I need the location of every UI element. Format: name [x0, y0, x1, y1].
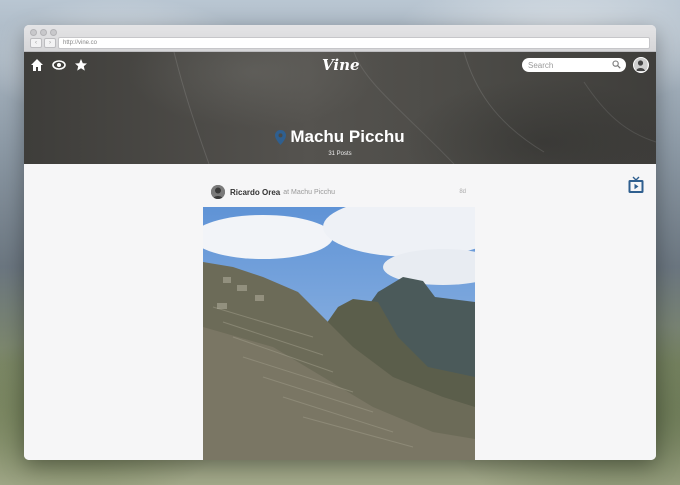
post-header: Ricardo Orea at Machu Picchu 8d [211, 184, 466, 200]
venue-post-count: 31 Posts [328, 151, 352, 157]
user-avatar[interactable] [633, 57, 649, 73]
browser-window: ‹ › http://vine.co Vine Search Machu Pic… [24, 25, 656, 460]
main-content: Ricardo Orea at Machu Picchu 8d [24, 164, 656, 460]
history-nav: ‹ › [30, 38, 56, 48]
star-icon[interactable] [74, 58, 88, 72]
tv-icon[interactable] [628, 176, 644, 194]
location-pin-icon [275, 129, 287, 145]
venue-name: Machu Picchu [290, 127, 405, 146]
post-venue-link[interactable]: at Machu Picchu [283, 189, 335, 196]
eye-icon[interactable] [52, 58, 66, 72]
back-button[interactable]: ‹ [30, 38, 42, 48]
post-video[interactable] [203, 207, 475, 460]
search-placeholder: Search [528, 60, 554, 70]
home-icon[interactable] [30, 58, 44, 72]
user-avatar-image [634, 58, 647, 71]
post-timestamp: 8d [459, 189, 466, 195]
venue-title-block: Machu Picchu [24, 127, 656, 150]
window-controls [30, 29, 57, 36]
forward-button[interactable]: › [44, 38, 56, 48]
post-author-avatar[interactable] [211, 185, 225, 199]
search-icon[interactable] [612, 60, 621, 69]
venue-header: Vine Search Machu Picchu 31 Posts [24, 52, 656, 164]
minimize-window-button[interactable] [40, 29, 47, 36]
post-author-name[interactable]: Ricardo Orea [230, 188, 280, 197]
post-author-avatar-image [211, 185, 225, 199]
zoom-window-button[interactable] [50, 29, 57, 36]
video-thumbnail [203, 207, 475, 460]
search-input[interactable]: Search [522, 58, 626, 72]
vine-logo[interactable]: Vine [322, 56, 360, 74]
browser-chrome: ‹ › http://vine.co [24, 25, 656, 52]
address-bar[interactable]: http://vine.co [58, 37, 650, 49]
close-window-button[interactable] [30, 29, 37, 36]
